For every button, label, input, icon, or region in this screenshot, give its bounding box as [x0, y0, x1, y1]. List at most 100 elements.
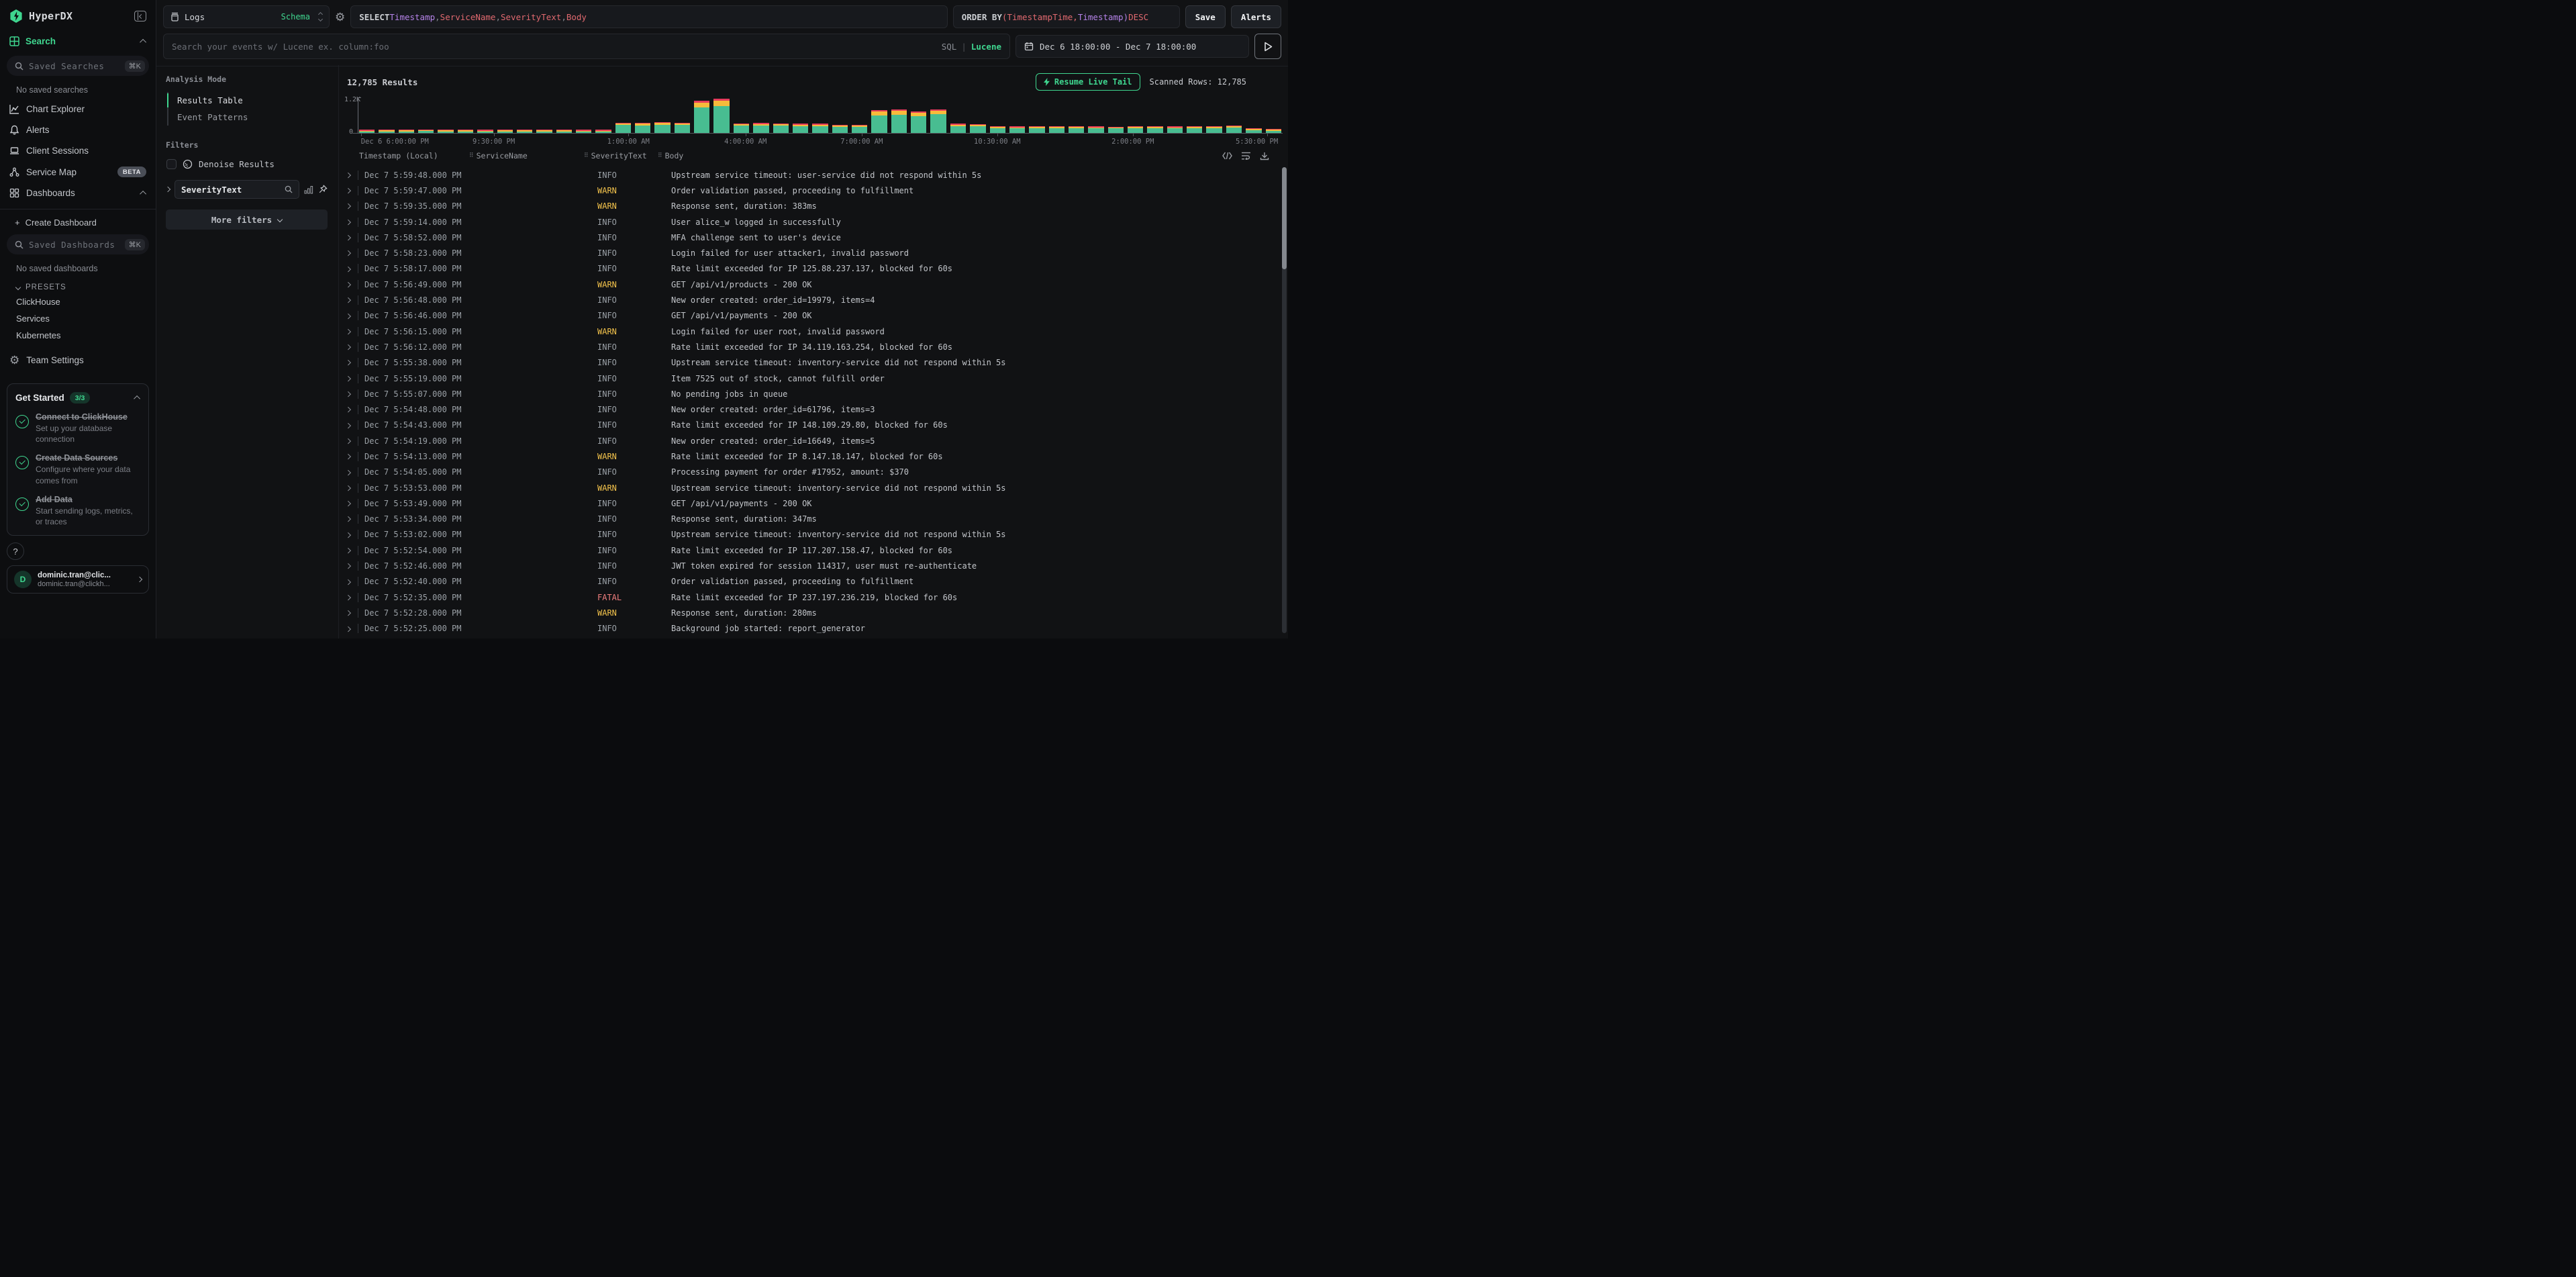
sidebar-item-chart-explorer[interactable]: Chart Explorer: [0, 99, 156, 120]
histogram-bar[interactable]: [536, 130, 552, 133]
sidebar-item-alerts[interactable]: Alerts: [0, 120, 156, 140]
histogram-bar[interactable]: [635, 123, 650, 133]
lucene-search-input[interactable]: Search your events w/ Lucene ex. column:…: [163, 34, 1010, 59]
expand-row-icon[interactable]: [339, 330, 358, 334]
table-row[interactable]: Dec 7 5:59:47.000 PMWARNOrder validation…: [339, 183, 1279, 198]
column-header-timestamp[interactable]: Timestamp (Local): [344, 151, 469, 160]
histogram-bar[interactable]: [930, 109, 946, 133]
histogram-bar[interactable]: [1206, 126, 1222, 133]
histogram-bar[interactable]: [852, 125, 867, 133]
histogram-bar[interactable]: [675, 123, 690, 133]
expand-row-icon[interactable]: [339, 611, 358, 615]
expand-row-icon[interactable]: [339, 392, 358, 396]
expand-row-icon[interactable]: [339, 408, 358, 412]
table-row[interactable]: Dec 7 5:54:19.000 PMINFONew order create…: [339, 433, 1279, 448]
expand-row-icon[interactable]: [339, 517, 358, 521]
table-row[interactable]: Dec 7 5:54:05.000 PMINFOProcessing payme…: [339, 465, 1279, 480]
vertical-scrollbar[interactable]: [1282, 167, 1287, 633]
expand-row-icon[interactable]: [339, 455, 358, 459]
mode-sql-toggle[interactable]: SQL: [942, 42, 957, 52]
histogram-bar[interactable]: [832, 125, 848, 133]
table-row[interactable]: Dec 7 5:56:12.000 PMINFORate limit excee…: [339, 339, 1279, 354]
preset-kubernetes[interactable]: Kubernetes: [0, 327, 156, 344]
help-button[interactable]: ?: [7, 542, 24, 560]
preset-services[interactable]: Services: [0, 310, 156, 327]
expand-row-icon[interactable]: [339, 580, 358, 584]
histogram-bar[interactable]: [713, 99, 729, 133]
get-started-step-add-data[interactable]: Add Data Start sending logs, metrics, or…: [15, 495, 140, 527]
presets-toggle[interactable]: PRESETS: [0, 277, 156, 293]
histogram-bar[interactable]: [970, 124, 985, 133]
run-query-button[interactable]: [1254, 34, 1281, 59]
expand-row-icon[interactable]: [339, 377, 358, 381]
histogram-bar[interactable]: [871, 110, 887, 133]
table-row[interactable]: Dec 7 5:54:13.000 PMWARNRate limit excee…: [339, 448, 1279, 464]
table-row[interactable]: Dec 7 5:52:54.000 PMINFORate limit excee…: [339, 542, 1279, 558]
expand-row-icon[interactable]: [339, 549, 358, 553]
histogram-bar[interactable]: [911, 111, 926, 133]
expand-row-icon[interactable]: [339, 627, 358, 631]
histogram-bar[interactable]: [1009, 126, 1025, 133]
histogram-bar[interactable]: [399, 130, 414, 133]
bar-chart-icon[interactable]: [304, 185, 313, 194]
denoise-checkbox[interactable]: [166, 159, 177, 169]
expand-row-icon[interactable]: [339, 564, 358, 568]
column-header-severitytext[interactable]: ⠿SeverityText: [584, 151, 658, 160]
expand-row-icon[interactable]: [339, 283, 358, 287]
preset-clickhouse[interactable]: ClickHouse: [0, 293, 156, 310]
saved-searches-input[interactable]: Saved Searches ⌘K: [7, 56, 149, 76]
table-row[interactable]: Dec 7 5:52:40.000 PMINFOOrder validation…: [339, 574, 1279, 589]
wrap-text-icon[interactable]: [1241, 152, 1251, 160]
table-row[interactable]: Dec 7 5:59:35.000 PMWARNResponse sent, d…: [339, 199, 1279, 214]
histogram-bar[interactable]: [793, 124, 808, 133]
table-row[interactable]: Dec 7 5:52:35.000 PMFATALRate limit exce…: [339, 589, 1279, 605]
table-row[interactable]: Dec 7 5:53:49.000 PMINFOGET /api/v1/paym…: [339, 495, 1279, 511]
expand-row-icon[interactable]: [339, 236, 358, 240]
collapse-sidebar-icon[interactable]: [134, 11, 146, 21]
get-started-step-sources[interactable]: Create Data Sources Configure where your…: [15, 453, 140, 485]
denoise-results-toggle[interactable]: Denoise Results: [166, 159, 328, 169]
source-select[interactable]: Logs Schema: [163, 5, 330, 28]
table-row[interactable]: Dec 7 5:53:02.000 PMINFOUpstream service…: [339, 527, 1279, 542]
histogram-bar[interactable]: [1029, 126, 1044, 133]
code-view-icon[interactable]: [1222, 152, 1232, 160]
severity-facet-box[interactable]: SeverityText: [175, 180, 299, 199]
sidebar-item-service-map[interactable]: Service Map BETA: [0, 161, 156, 183]
sidebar-item-search[interactable]: Search: [0, 30, 156, 53]
table-row[interactable]: Dec 7 5:58:17.000 PMINFORate limit excee…: [339, 261, 1279, 277]
histogram-bar[interactable]: [615, 123, 631, 133]
order-by-input[interactable]: ORDER BY (TimestampTime, Timestamp) DESC: [953, 5, 1180, 28]
expand-row-icon[interactable]: [339, 486, 358, 490]
table-row[interactable]: Dec 7 5:59:14.000 PMINFOUser alice_w log…: [339, 214, 1279, 230]
scrollbar-thumb[interactable]: [1282, 167, 1287, 269]
table-row[interactable]: Dec 7 5:58:52.000 PMINFOMFA challenge se…: [339, 230, 1279, 245]
events-histogram[interactable]: 1.2K 0 Dec 6 6:00:00 PM9:30:00 PM1:00:00…: [343, 96, 1283, 147]
sidebar-item-team-settings[interactable]: ⚙ Team Settings: [0, 344, 156, 371]
expand-row-icon[interactable]: [339, 189, 358, 193]
histogram-bar[interactable]: [497, 130, 513, 133]
expand-row-icon[interactable]: [339, 424, 358, 428]
table-row[interactable]: Dec 7 5:54:43.000 PMINFORate limit excee…: [339, 418, 1279, 433]
table-row[interactable]: Dec 7 5:55:07.000 PMINFONo pending jobs …: [339, 386, 1279, 401]
drag-handle-icon[interactable]: ⠿: [584, 152, 588, 159]
chevron-up-icon[interactable]: [134, 395, 140, 402]
mode-event-patterns[interactable]: Event Patterns: [168, 109, 328, 126]
table-row[interactable]: Dec 7 5:52:28.000 PMWARNResponse sent, d…: [339, 605, 1279, 620]
column-header-servicename[interactable]: ⠿ServiceName: [469, 151, 584, 160]
sidebar-item-dashboards[interactable]: Dashboards: [0, 183, 156, 203]
expand-row-icon[interactable]: [339, 345, 358, 349]
table-row[interactable]: Dec 7 5:54:48.000 PMINFONew order create…: [339, 401, 1279, 417]
histogram-bar[interactable]: [1128, 126, 1143, 133]
expand-row-icon[interactable]: [339, 298, 358, 302]
histogram-bar[interactable]: [1226, 126, 1242, 133]
more-filters-button[interactable]: More filters: [166, 209, 328, 230]
histogram-bar[interactable]: [418, 130, 434, 133]
expand-row-icon[interactable]: [339, 361, 358, 365]
histogram-bar[interactable]: [576, 130, 591, 133]
histogram-bar[interactable]: [556, 130, 572, 133]
chevron-right-icon[interactable]: [165, 187, 170, 192]
table-row[interactable]: Dec 7 5:53:34.000 PMINFOResponse sent, d…: [339, 512, 1279, 527]
histogram-bar[interactable]: [734, 124, 749, 133]
create-dashboard-button[interactable]: + Create Dashboard: [0, 209, 156, 232]
table-row[interactable]: Dec 7 5:56:15.000 PMWARNLogin failed for…: [339, 324, 1279, 339]
